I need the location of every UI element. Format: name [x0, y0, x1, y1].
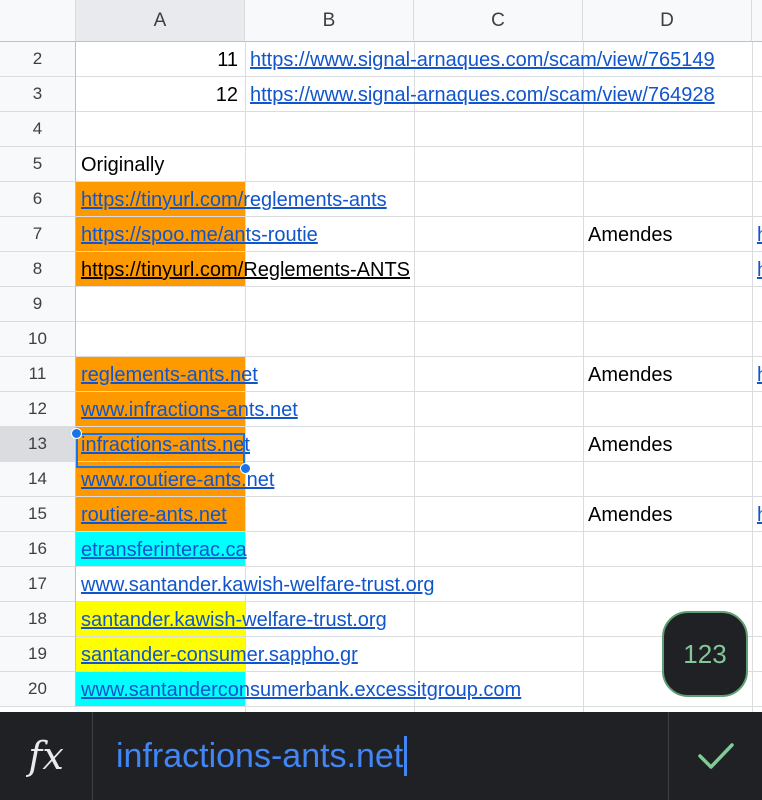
row-header-11[interactable]: 11: [0, 357, 76, 392]
formula-bar-divider: [668, 712, 669, 800]
column-header-e[interactable]: [752, 0, 762, 42]
row-gridline: [76, 321, 762, 322]
formula-input[interactable]: infractions-ants.net: [116, 736, 408, 776]
cell-e11[interactable]: h: [757, 363, 762, 387]
active-cell-selection[interactable]: [76, 433, 245, 468]
fx-label: fx: [28, 734, 64, 778]
cell-a11[interactable]: reglements-ants.net: [81, 363, 258, 387]
row-gridline: [76, 76, 762, 77]
cell-a6[interactable]: https://tinyurl.com/reglements-ants: [81, 188, 387, 212]
numeric-keyboard-toggle[interactable]: 123: [662, 611, 748, 697]
keyboard-toggle-label: 123: [683, 638, 727, 669]
row-header-9[interactable]: 9: [0, 287, 76, 322]
column-header-c[interactable]: C: [414, 0, 583, 42]
cell-e15[interactable]: h: [757, 503, 762, 527]
row-header-14[interactable]: 14: [0, 462, 76, 497]
row-header-17[interactable]: 17: [0, 567, 76, 602]
cell-a8[interactable]: https://tinyurl.com/Reglements-ANTS: [81, 258, 410, 282]
check-icon[interactable]: [670, 712, 762, 800]
cell-a7[interactable]: https://spoo.me/ants-routie: [81, 223, 318, 247]
cell-a19[interactable]: santander-consumer.sappho.gr: [81, 643, 358, 667]
column-gridline: [414, 42, 415, 712]
cell-b3[interactable]: https://www.signal-arnaques.com/scam/vie…: [250, 83, 715, 107]
cell-a17[interactable]: www.santander.kawish-welfare-trust.org: [81, 573, 434, 597]
row-header-15[interactable]: 15: [0, 497, 76, 532]
row-gridline: [76, 286, 762, 287]
text-caret: [404, 736, 408, 776]
row-header-2[interactable]: 2: [0, 42, 76, 77]
formula-bar: fx infractions-ants.net: [0, 712, 762, 800]
cell-d13: Amendes: [588, 434, 673, 456]
row-gridline: [76, 146, 762, 147]
row-header-8[interactable]: 8: [0, 252, 76, 287]
row-header-13[interactable]: 13: [0, 427, 76, 462]
cell-a12[interactable]: www.infractions-ants.net: [81, 398, 298, 422]
row-header-10[interactable]: 10: [0, 322, 76, 357]
fx-icon[interactable]: fx: [0, 712, 92, 800]
spreadsheet-grid[interactable]: ABCD 2 3 4 5 6 7 8 9 10 11 12 13 14 15 16 17 18 19 20 11 ht…: [0, 0, 762, 712]
row-gridline: [76, 566, 762, 567]
formula-bar-divider: [92, 712, 93, 800]
row-header-6[interactable]: 6: [0, 182, 76, 217]
cell-a20[interactable]: www.santanderconsumerbank.excessitgroup.…: [81, 678, 521, 702]
row-header-20[interactable]: 20: [0, 672, 76, 707]
row-header-4[interactable]: 4: [0, 112, 76, 147]
cell-a2: 11: [217, 49, 238, 71]
column-gridline: [752, 42, 753, 712]
column-header-b[interactable]: B: [245, 0, 414, 42]
row-header-12[interactable]: 12: [0, 392, 76, 427]
cell-d11: Amendes: [588, 364, 673, 386]
cell-d7: Amendes: [588, 224, 673, 246]
row-header-3[interactable]: 3: [0, 77, 76, 112]
selection-handle-bottom-right[interactable]: [240, 463, 251, 474]
formula-text: infractions-ants.net: [116, 737, 404, 775]
cell-a18[interactable]: santander.kawish-welfare-trust.org: [81, 608, 387, 632]
cell-b2[interactable]: https://www.signal-arnaques.com/scam/vie…: [250, 48, 715, 72]
row-gridline: [76, 706, 762, 707]
column-gridline: [583, 42, 584, 712]
selection-handle-top-left[interactable]: [71, 428, 82, 439]
select-all-corner[interactable]: [0, 0, 76, 42]
row-header-5[interactable]: 5: [0, 147, 76, 182]
cell-e7[interactable]: h: [757, 223, 762, 247]
cell-e8[interactable]: h: [757, 258, 762, 282]
row-header-19[interactable]: 19: [0, 637, 76, 672]
cell-a5: Originally: [81, 154, 165, 176]
row-header-16[interactable]: 16: [0, 532, 76, 567]
row-header-7[interactable]: 7: [0, 217, 76, 252]
cell-a16[interactable]: etransferinterac.ca: [81, 538, 247, 562]
row-gridline: [76, 111, 762, 112]
column-header-d[interactable]: D: [583, 0, 752, 42]
cell-a15[interactable]: routiere-ants.net: [81, 503, 227, 527]
cell-a3: 12: [215, 84, 238, 106]
row-header-18[interactable]: 18: [0, 602, 76, 637]
column-header-a[interactable]: A: [76, 0, 245, 42]
cell-d15: Amendes: [588, 504, 673, 526]
